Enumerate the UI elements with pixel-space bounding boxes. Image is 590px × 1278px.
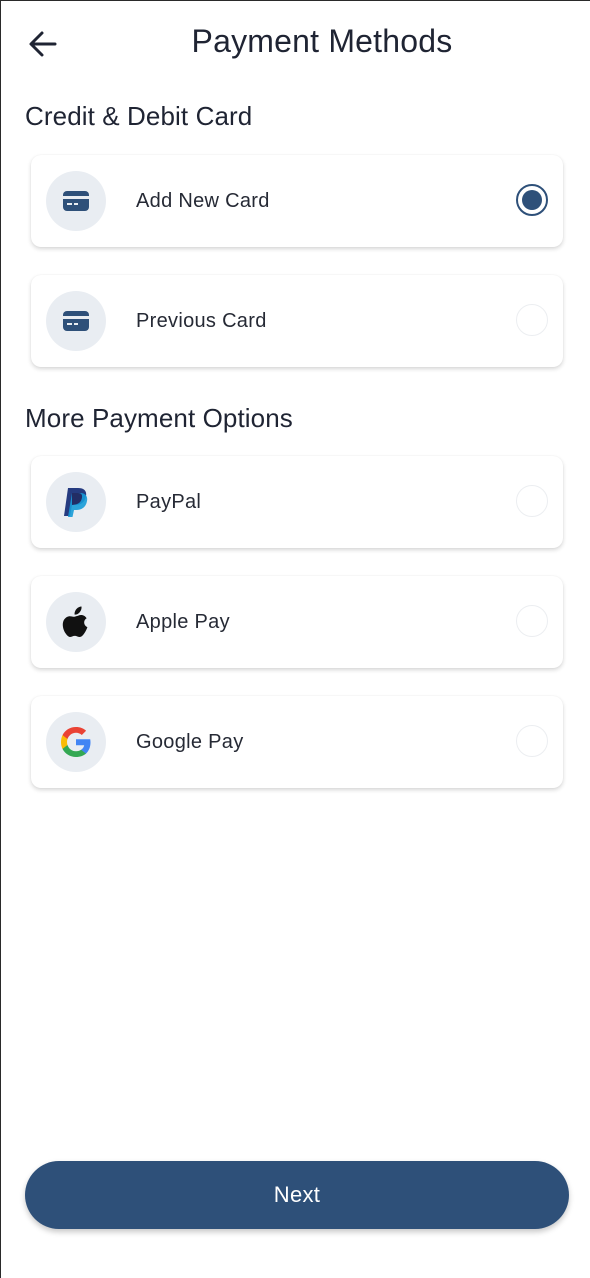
icon-circle [46, 291, 106, 351]
google-logo-icon [61, 727, 91, 757]
radio-previous-card[interactable] [516, 304, 548, 336]
option-google-pay[interactable]: Google Pay [31, 696, 563, 788]
radio-google-pay[interactable] [516, 725, 548, 757]
icon-circle [46, 472, 106, 532]
icon-circle [46, 171, 106, 231]
paypal-logo-icon [64, 488, 88, 517]
header: Payment Methods [1, 1, 590, 87]
option-add-new-card[interactable]: Add New Card [31, 155, 563, 247]
credit-card-icon [63, 311, 89, 331]
option-previous-card[interactable]: Previous Card [31, 275, 563, 367]
radio-add-new-card[interactable] [516, 184, 548, 216]
next-button[interactable]: Next [25, 1161, 569, 1229]
page-title: Payment Methods [191, 23, 453, 59]
icon-circle [46, 712, 106, 772]
option-label: Previous Card [136, 310, 267, 332]
radio-paypal[interactable] [516, 485, 548, 517]
icon-circle [46, 592, 106, 652]
option-label: Apple Pay [136, 611, 230, 633]
option-paypal[interactable]: PayPal [31, 456, 563, 548]
option-label: Google Pay [136, 731, 244, 753]
option-label: Add New Card [136, 190, 270, 212]
payment-methods-screen: Payment Methods Credit & Debit Card Add … [0, 0, 590, 1278]
section-title-more-options: More Payment Options [25, 403, 293, 433]
option-apple-pay[interactable]: Apple Pay [31, 576, 563, 668]
apple-logo-icon [62, 606, 88, 637]
radio-apple-pay[interactable] [516, 605, 548, 637]
section-title-cards: Credit & Debit Card [25, 101, 253, 131]
option-label: PayPal [136, 491, 202, 513]
credit-card-icon [63, 191, 89, 211]
